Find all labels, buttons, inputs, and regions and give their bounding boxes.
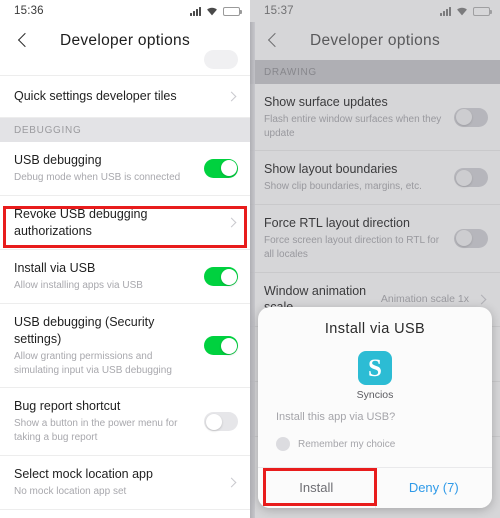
row-enable-viewing-attributes[interactable]: Enable viewing attributes	[0, 509, 250, 518]
row-subtitle: Show a button in the power menu for taki…	[14, 418, 178, 444]
status-time: 15:36	[14, 5, 44, 17]
row-select-mock-location-app[interactable]: Select mock location app No mock locatio…	[0, 455, 250, 510]
toggle-install-via-usb[interactable]	[204, 267, 238, 287]
back-chevron-icon[interactable]	[264, 31, 284, 51]
page-title: Developer options	[309, 32, 441, 49]
left-settings-list: Quick settings developer tiles DEBUGGING…	[0, 50, 250, 518]
battery-icon	[473, 6, 492, 16]
toggle-bug-report-shortcut[interactable]	[204, 412, 238, 432]
row-text-group: Select mock location app No mock locatio…	[14, 466, 225, 499]
section-header-drawing: DRAWING	[250, 60, 500, 84]
dual-phone-screenshot: 15:36 Developer options Quick settings d…	[0, 0, 500, 518]
dialog-app-name: Syncios	[356, 389, 394, 401]
back-chevron-icon[interactable]	[14, 31, 34, 51]
row-title: Show surface updates	[264, 95, 388, 109]
row-subtitle: No mock location app set	[14, 485, 127, 497]
right-phone-screen: 15:37 Developer options DRAWING Show sur…	[250, 0, 500, 518]
row-install-via-usb[interactable]: Install via USB Allow installing apps vi…	[0, 250, 250, 305]
dialog-actions: Install Deny (7)	[258, 467, 492, 508]
chevron-right-icon	[475, 293, 488, 306]
wifi-icon	[456, 7, 468, 16]
row-subtitle: Allow installing apps via USB	[14, 280, 143, 292]
install-button[interactable]: Install	[258, 468, 375, 508]
toggle-force-rtl-layout-direction[interactable]	[454, 228, 488, 248]
row-revoke-usb-debugging-authorizations[interactable]: Revoke USB debugging authorizations	[0, 195, 250, 251]
remember-choice-radio-icon[interactable]	[276, 437, 290, 451]
remember-my-choice-option[interactable]: Remember my choice	[258, 423, 492, 467]
row-title: Bug report shortcut	[14, 399, 121, 414]
status-icons	[440, 6, 492, 16]
status-icons	[190, 6, 242, 16]
row-title: Show layout boundaries	[264, 162, 398, 177]
row-show-layout-boundaries[interactable]: Show layout boundaries Show clip boundar…	[250, 151, 500, 206]
row-title: Install via USB	[14, 261, 96, 276]
row-text-group: Revoke USB debugging authorizations	[14, 206, 225, 240]
status-time: 15:37	[264, 5, 294, 17]
row-text-group: Bug report shortcut Show a button in the…	[14, 398, 204, 444]
toggle-usb-debugging[interactable]	[204, 158, 238, 178]
row-bug-report-shortcut[interactable]: Bug report shortcut Show a button in the…	[0, 388, 250, 456]
row-subtitle: Allow granting permissions and simulatin…	[14, 350, 172, 376]
signal-bars-icon	[440, 6, 451, 16]
row-title: Revoke USB debugging authorizations	[14, 206, 148, 238]
chevron-right-icon	[225, 216, 238, 229]
row-text-group: Quick settings developer tiles	[14, 88, 225, 105]
row-value: Animation scale 1x	[380, 293, 469, 306]
row-title: USB debugging (Security settings)	[14, 315, 155, 346]
dialog-question: Install this app via USB?	[276, 411, 396, 423]
page-title: Developer options	[59, 32, 191, 49]
row-title: Force RTL layout direction	[264, 216, 410, 231]
install-via-usb-dialog: Install via USB S Syncios Install this a…	[258, 307, 492, 508]
row-subtitle: Debug mode when USB is connected	[14, 171, 181, 183]
partial-toggle-icon	[204, 50, 238, 69]
row-title: USB debugging	[14, 153, 102, 167]
chevron-right-icon	[225, 90, 238, 103]
toggle-usb-debugging-security[interactable]	[204, 336, 238, 356]
row-usb-debugging[interactable]: USB debugging Debug mode when USB is con…	[0, 142, 250, 196]
syncios-app-icon: S	[358, 351, 392, 385]
screen-edge-strip	[250, 22, 255, 518]
row-title: Quick settings developer tiles	[14, 89, 177, 104]
partial-row-above	[0, 50, 250, 76]
row-text-group: Show surface updates Flash entire window…	[264, 94, 454, 140]
left-phone-screen: 15:36 Developer options Quick settings d…	[0, 0, 250, 518]
row-text-group: Force RTL layout direction Force screen …	[264, 215, 454, 261]
deny-button[interactable]: Deny (7)	[375, 468, 492, 508]
right-status-bar: 15:37	[250, 0, 500, 22]
row-show-surface-updates[interactable]: Show surface updates Flash entire window…	[250, 84, 500, 152]
row-text-group: USB debugging (Security settings) Allow …	[14, 314, 204, 377]
row-usb-debugging-security-settings[interactable]: USB debugging (Security settings) Allow …	[0, 304, 250, 389]
row-text-group: Install via USB Allow installing apps vi…	[14, 260, 204, 293]
remember-choice-label: Remember my choice	[298, 438, 396, 450]
battery-icon	[223, 6, 242, 16]
dialog-app-block: S Syncios	[258, 351, 492, 401]
section-header-debugging: DEBUGGING	[0, 118, 250, 142]
row-force-rtl-layout-direction[interactable]: Force RTL layout direction Force screen …	[250, 205, 500, 273]
dialog-title: Install via USB	[324, 321, 426, 337]
row-subtitle: Flash entire window surfaces when they u…	[264, 113, 442, 139]
toggle-show-surface-updates[interactable]	[454, 107, 488, 127]
row-title: Select mock location app	[14, 466, 153, 481]
toggle-show-layout-boundaries[interactable]	[454, 168, 488, 188]
signal-bars-icon	[190, 6, 201, 16]
right-title-bar: Developer options	[250, 22, 500, 60]
row-quick-settings-developer-tiles[interactable]: Quick settings developer tiles	[0, 76, 250, 118]
left-status-bar: 15:36	[0, 0, 250, 22]
chevron-right-icon	[225, 476, 238, 489]
row-subtitle: Show clip boundaries, margins, etc.	[264, 181, 422, 193]
wifi-icon	[206, 7, 218, 16]
row-text-group: USB debugging Debug mode when USB is con…	[14, 152, 204, 185]
row-subtitle: Force screen layout direction to RTL for…	[264, 235, 440, 260]
row-text-group: Show layout boundaries Show clip boundar…	[264, 161, 454, 194]
